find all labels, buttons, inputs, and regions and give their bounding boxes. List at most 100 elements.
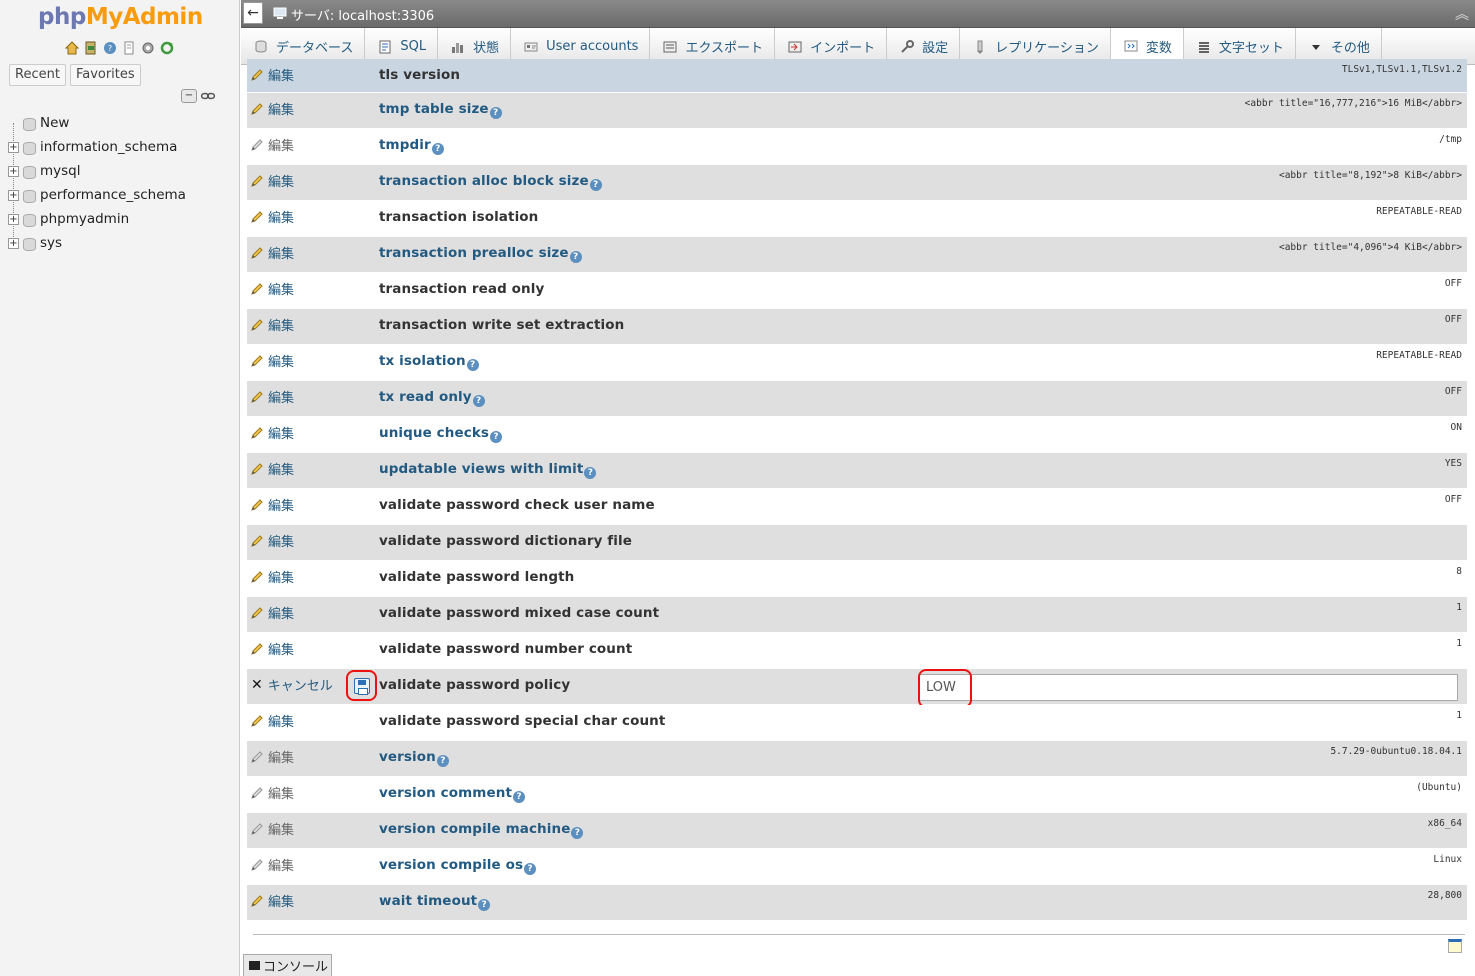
help-icon[interactable]: ? bbox=[513, 791, 525, 803]
edit-button[interactable]: 編集 bbox=[250, 279, 294, 298]
expand-icon[interactable]: + bbox=[8, 213, 19, 225]
variable-name[interactable]: version compile machine? bbox=[379, 821, 584, 839]
help-icon[interactable]: ? bbox=[569, 251, 582, 263]
variable-name[interactable]: tmpdir? bbox=[379, 137, 444, 155]
help-icon[interactable]: ? bbox=[490, 431, 503, 443]
expand-icon[interactable]: + bbox=[8, 141, 19, 153]
tree-item-db[interactable]: + sys bbox=[8, 231, 238, 255]
edit-button[interactable]: 編集 bbox=[250, 65, 294, 84]
back-button[interactable]: ← bbox=[243, 2, 263, 24]
tree-item-db[interactable]: + phpmyadmin bbox=[8, 207, 238, 231]
variable-name[interactable]: unique checks? bbox=[379, 425, 503, 443]
expand-icon[interactable]: + bbox=[8, 189, 19, 201]
variable-name[interactable]: version? bbox=[379, 749, 449, 767]
variable-row: 編集 transaction write set extraction OFF bbox=[247, 309, 1467, 345]
help-icon[interactable]: ? bbox=[466, 359, 479, 371]
notes-icon[interactable] bbox=[1448, 939, 1462, 953]
variable-name[interactable]: tx isolation? bbox=[379, 353, 479, 371]
edit-button: 編集 bbox=[250, 747, 294, 766]
logout-icon[interactable] bbox=[83, 40, 99, 56]
edit-button[interactable]: 編集 bbox=[250, 315, 294, 334]
variable-row: 編集 tmp table size? <abbr title="16,777,216… bbox=[247, 93, 1467, 129]
tree-item-db[interactable]: + performance_schema bbox=[8, 183, 238, 207]
variable-row: 編集 validate password special char count 1 bbox=[247, 705, 1467, 741]
variable-name[interactable]: wait timeout? bbox=[379, 893, 491, 911]
tab-label: エクスポート bbox=[685, 41, 764, 56]
edit-button[interactable]: 編集 bbox=[250, 387, 294, 406]
edit-button[interactable]: 編集 bbox=[250, 243, 294, 262]
edit-button[interactable]: 編集 bbox=[250, 891, 294, 910]
edit-button[interactable]: 編集 bbox=[250, 459, 294, 478]
variable-name: tls version bbox=[379, 67, 460, 83]
recent-tab[interactable]: Recent bbox=[9, 64, 66, 86]
cancel-edit-button[interactable]: ✕ キャンセル bbox=[251, 675, 333, 695]
help-icon[interactable]: ? bbox=[436, 755, 449, 767]
favorites-tab[interactable]: Favorites bbox=[69, 64, 141, 86]
docs-icon[interactable] bbox=[121, 40, 137, 56]
edit-button[interactable]: 編集 bbox=[250, 207, 294, 226]
edit-button[interactable]: 編集 bbox=[250, 711, 294, 730]
help-icon[interactable]: ? bbox=[571, 827, 584, 839]
variable-name-text: unique checks bbox=[379, 425, 490, 441]
edit-label: 編集 bbox=[268, 355, 295, 370]
pencil-icon bbox=[250, 894, 264, 908]
navigation-sidebar: phpMyAdmin ? Recent Favorites − New + info… bbox=[0, 0, 240, 976]
help-icon[interactable]: ? bbox=[478, 899, 491, 911]
collapse-all-button[interactable]: − bbox=[181, 89, 197, 103]
variable-name[interactable]: transaction alloc block size? bbox=[379, 173, 602, 191]
help-icon[interactable]: ? bbox=[102, 40, 118, 56]
link-with-main-button[interactable] bbox=[200, 89, 216, 103]
variable-value-input[interactable] bbox=[919, 674, 1458, 701]
edit-label: 編集 bbox=[268, 391, 295, 406]
variable-name: validate password dictionary file bbox=[379, 533, 632, 549]
settings-icon[interactable] bbox=[140, 40, 156, 56]
edit-button[interactable]: 編集 bbox=[250, 567, 294, 586]
variable-name-text: version compile os bbox=[379, 857, 524, 873]
pencil-icon bbox=[250, 174, 264, 188]
help-icon[interactable]: ? bbox=[472, 395, 485, 407]
edit-button[interactable]: 編集 bbox=[250, 99, 294, 118]
variable-name[interactable]: transaction prealloc size? bbox=[379, 245, 582, 263]
variable-row: 編集 transaction alloc block size? <abbr tit… bbox=[247, 165, 1467, 201]
save-button[interactable] bbox=[346, 670, 377, 701]
variable-name-text: validate password length bbox=[379, 569, 575, 585]
pencil-icon bbox=[250, 390, 264, 404]
phpmyadmin-logo[interactable]: phpMyAdmin bbox=[38, 4, 203, 30]
edit-button[interactable]: 編集 bbox=[250, 639, 294, 658]
edit-button[interactable]: 編集 bbox=[250, 171, 294, 190]
tab-label: レプリケーション bbox=[995, 41, 1099, 56]
database-icon bbox=[23, 141, 36, 155]
console-label: コンソール bbox=[263, 960, 329, 975]
help-icon[interactable]: ? bbox=[431, 143, 444, 155]
tree-item-new[interactable]: New bbox=[8, 111, 238, 135]
edit-button[interactable]: 編集 bbox=[250, 423, 294, 442]
edit-label: 編集 bbox=[268, 175, 295, 190]
variable-name[interactable]: version comment? bbox=[379, 785, 525, 803]
variable-name[interactable]: tx read only? bbox=[379, 389, 485, 407]
edit-button[interactable]: 編集 bbox=[250, 603, 294, 622]
edit-button[interactable]: 編集 bbox=[250, 495, 294, 514]
edit-button[interactable]: 編集 bbox=[250, 531, 294, 550]
edit-label: 編集 bbox=[268, 283, 295, 298]
quick-icons-bar: ? bbox=[64, 40, 175, 56]
help-icon[interactable]: ? bbox=[584, 467, 597, 479]
variable-name-text: tx isolation bbox=[379, 353, 466, 369]
help-icon[interactable]: ? bbox=[589, 179, 602, 191]
variable-name[interactable]: tmp table size? bbox=[379, 101, 502, 119]
tree-item-db[interactable]: + mysql bbox=[8, 159, 238, 183]
expand-icon[interactable]: + bbox=[8, 165, 19, 177]
variable-name[interactable]: version compile os? bbox=[379, 857, 537, 875]
console-toggle[interactable]: コンソール bbox=[243, 954, 332, 976]
variable-value: (Ubuntu) bbox=[1416, 782, 1462, 793]
server-breadcrumb[interactable]: サーバ: localhost:3306 bbox=[291, 5, 434, 24]
help-icon[interactable]: ? bbox=[489, 107, 502, 119]
expand-icon[interactable]: + bbox=[8, 237, 19, 249]
reload-icon[interactable] bbox=[159, 40, 175, 56]
home-icon[interactable] bbox=[64, 40, 80, 56]
edit-button[interactable]: 編集 bbox=[250, 351, 294, 370]
variable-name[interactable]: updatable views with limit? bbox=[379, 461, 597, 479]
collapse-header-icon[interactable]: ︽ bbox=[1455, 4, 1469, 24]
tree-item-db[interactable]: + information_schema bbox=[8, 135, 238, 159]
variable-row: ✕ キャンセル validate password policy bbox=[247, 669, 1467, 708]
help-icon[interactable]: ? bbox=[524, 863, 537, 875]
